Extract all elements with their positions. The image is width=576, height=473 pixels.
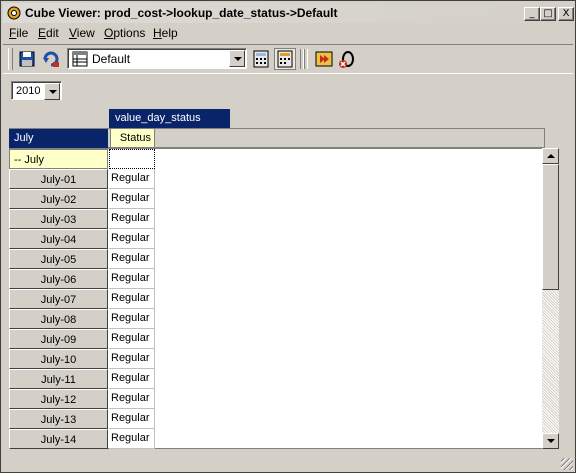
row-header[interactable]: July-10: [9, 349, 108, 369]
row-header[interactable]: July-11: [9, 369, 108, 389]
data-cell-selected[interactable]: [109, 149, 155, 169]
row-header[interactable]: July-03: [9, 209, 108, 229]
row-header[interactable]: July-02: [9, 189, 108, 209]
data-cell[interactable]: Regular: [109, 389, 155, 409]
resize-grip[interactable]: [561, 458, 573, 470]
row-header[interactable]: July-12: [9, 389, 108, 409]
year-title-selector[interactable]: 2010: [11, 81, 62, 100]
data-cell[interactable]: Regular: [109, 369, 155, 389]
data-cell[interactable]: Regular: [109, 189, 155, 209]
toolbar-grip[interactable]: [8, 48, 13, 70]
row-header[interactable]: July-08: [9, 309, 108, 329]
row-header[interactable]: July-07: [9, 289, 108, 309]
view-selector[interactable]: Default: [67, 48, 247, 69]
chevron-down-icon[interactable]: [229, 50, 245, 67]
cube-app-icon: [7, 6, 21, 20]
zero-suppression-icon[interactable]: [337, 49, 357, 69]
data-cell[interactable]: Regular: [109, 249, 155, 269]
row-header[interactable]: July-06: [9, 269, 108, 289]
data-cell[interactable]: Regular: [109, 209, 155, 229]
export-icon[interactable]: [314, 49, 334, 69]
window-title: Cube Viewer: prod_cost->lookup_date_stat…: [25, 6, 338, 20]
vertical-scrollbar[interactable]: [542, 148, 559, 449]
menu-edit[interactable]: Edit: [38, 26, 59, 40]
automatic-recalculation-icon[interactable]: [274, 48, 296, 70]
column-dimension-header[interactable]: value_day_status: [109, 109, 230, 128]
menu-options[interactable]: Options: [104, 26, 145, 40]
data-cell[interactable]: Regular: [109, 329, 155, 349]
maximize-button[interactable]: □: [540, 7, 556, 21]
minimize-button[interactable]: _: [524, 7, 540, 21]
data-cell[interactable]: Regular: [109, 229, 155, 249]
data-cell[interactable]: Regular: [109, 429, 155, 449]
data-cell[interactable]: Regular: [109, 409, 155, 429]
view-icon: [72, 51, 88, 67]
menu-file[interactable]: File: [9, 26, 28, 40]
menu-bar: File Edit View Options Help: [3, 24, 573, 42]
column-header-status[interactable]: Status: [110, 129, 155, 147]
row-header[interactable]: July-09: [9, 329, 108, 349]
toolbar-separator: [304, 49, 308, 69]
cube-viewer-window: Cube Viewer: prod_cost->lookup_date_stat…: [0, 0, 576, 473]
row-header-consolidation[interactable]: -- July: [9, 149, 108, 169]
calculator-icon[interactable]: [251, 49, 271, 69]
menu-help[interactable]: Help: [153, 26, 178, 40]
save-icon[interactable]: [17, 49, 37, 69]
scroll-thumb[interactable]: [542, 164, 559, 290]
scroll-down-button[interactable]: [542, 433, 559, 449]
data-cell[interactable]: Regular: [109, 349, 155, 369]
data-cell[interactable]: Regular: [109, 269, 155, 289]
row-dimension-header[interactable]: July: [9, 129, 108, 148]
data-cell[interactable]: Regular: [109, 169, 155, 189]
title-bar[interactable]: Cube Viewer: prod_cost->lookup_date_stat…: [3, 3, 574, 23]
recalculate-icon[interactable]: [41, 49, 61, 69]
toolbar: Default: [3, 44, 573, 74]
row-header[interactable]: July-04: [9, 229, 108, 249]
scroll-up-button[interactable]: [542, 148, 559, 164]
chevron-down-icon[interactable]: [44, 83, 60, 100]
data-cell[interactable]: Regular: [109, 289, 155, 309]
row-header[interactable]: July-13: [9, 409, 108, 429]
view-name: Default: [92, 52, 131, 66]
menu-view[interactable]: View: [69, 26, 95, 40]
row-header[interactable]: July-01: [9, 169, 108, 189]
row-header[interactable]: July-05: [9, 249, 108, 269]
year-value: 2010: [16, 85, 41, 97]
data-cell[interactable]: Regular: [109, 309, 155, 329]
close-button[interactable]: X: [558, 7, 574, 21]
row-header[interactable]: July-14: [9, 429, 108, 449]
